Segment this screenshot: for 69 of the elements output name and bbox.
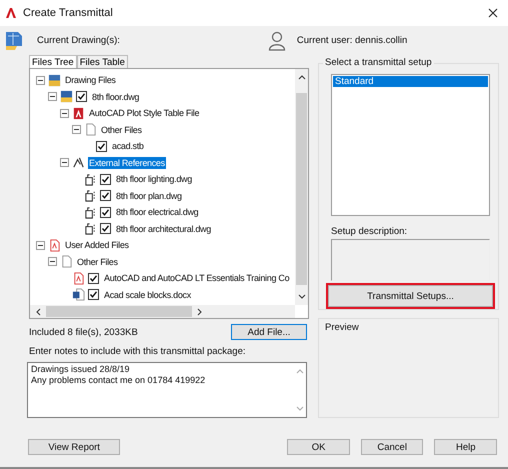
current-drawings-label: Current Drawing(s): (37, 35, 120, 46)
tree-item[interactable]: 8th floor plan.dwg (115, 190, 183, 202)
close-icon[interactable] (488, 8, 498, 18)
collapse-icon[interactable] (36, 240, 45, 250)
tree-item[interactable]: AutoCAD and AutoCAD LT Essentials Training Co (103, 272, 290, 284)
checkbox[interactable] (88, 272, 99, 284)
tree-item[interactable]: 8th floor lighting.dwg (115, 173, 193, 186)
dialog-button[interactable]: Help (434, 439, 498, 455)
pdf-file-icon (72, 272, 85, 285)
vertical-scrollbar[interactable] (295, 69, 308, 305)
tree-item[interactable]: AutoCAD Plot Style Table File (88, 107, 200, 120)
collapse-icon[interactable] (36, 76, 45, 85)
notes-label: Enter notes to include with this transmittal package: (29, 346, 247, 359)
current-user-label: Current user: dennis.collin (296, 35, 408, 46)
reference-file-icon (84, 206, 97, 219)
file-icon (60, 255, 73, 268)
chevron-right-icon[interactable] (197, 308, 203, 316)
tree-item[interactable]: Acad scale blocks.docx (103, 288, 192, 301)
setup-description-label: Setup description: (331, 226, 408, 239)
chevron-up-icon[interactable] (298, 74, 306, 80)
tree-item[interactable]: Drawing Files (64, 74, 117, 86)
file-icon (84, 123, 97, 136)
list-item[interactable]: Standard (333, 76, 488, 87)
checkbox[interactable] (100, 190, 111, 202)
dialog-button[interactable]: OK (287, 439, 350, 455)
setup-list[interactable]: Standard (331, 74, 490, 216)
dialog-button[interactable]: Cancel (360, 439, 424, 455)
checkbox[interactable] (100, 206, 111, 218)
collapse-icon[interactable] (60, 108, 69, 118)
checkbox[interactable] (100, 223, 111, 234)
tree-item[interactable]: acad.stb (111, 140, 145, 152)
tab[interactable]: Files Tree (29, 55, 77, 68)
tree-item[interactable]: Other Files (100, 124, 143, 136)
group-title: Select a transmittal setup (323, 57, 434, 68)
tab[interactable]: Files Table (76, 55, 128, 68)
checkbox[interactable] (88, 289, 99, 300)
files-summary: Included 8 file(s), 2033KB (29, 326, 138, 338)
word-file-icon (72, 288, 85, 302)
tree-item[interactable]: Other Files (76, 256, 119, 268)
pdf-file-icon (48, 238, 61, 252)
chevron-down-icon[interactable] (298, 294, 306, 300)
tree-item[interactable]: 8th floor.dwg (91, 90, 140, 103)
checkbox[interactable] (100, 174, 111, 185)
dialog-button[interactable]: View Report (28, 439, 120, 455)
checkbox[interactable] (96, 140, 107, 152)
group-title: Preview (323, 322, 361, 333)
drawing-folder-icon (48, 74, 61, 87)
app-logo-icon (5, 7, 17, 19)
tree-item[interactable]: 8th floor electrical.dwg (115, 206, 200, 218)
transmittal-setups-button[interactable]: Transmittal Setups... (328, 285, 493, 307)
plot-style-file-icon (72, 106, 85, 120)
reference-file-icon (84, 189, 97, 202)
chevron-left-icon[interactable] (35, 308, 41, 316)
checkbox[interactable] (76, 91, 87, 102)
drawing-set-icon (5, 30, 23, 50)
collapse-icon[interactable] (48, 257, 57, 266)
tree-item[interactable]: 8th floor architectural.dwg (115, 222, 212, 235)
collapse-icon[interactable] (48, 92, 57, 102)
horizontal-scrollbar[interactable] (30, 305, 295, 318)
window-title: Create Transmittal (23, 7, 114, 19)
reference-file-icon (84, 172, 97, 186)
drawing-file-icon (60, 90, 73, 104)
user-icon (268, 30, 286, 50)
add-file-button[interactable]: Add File... (231, 324, 307, 340)
tree-item[interactable]: User Added Files (64, 239, 130, 252)
collapse-icon[interactable] (60, 158, 69, 168)
collapse-icon[interactable] (72, 125, 81, 134)
tree-item[interactable]: External References (88, 156, 166, 169)
reference-file-icon (84, 222, 97, 236)
